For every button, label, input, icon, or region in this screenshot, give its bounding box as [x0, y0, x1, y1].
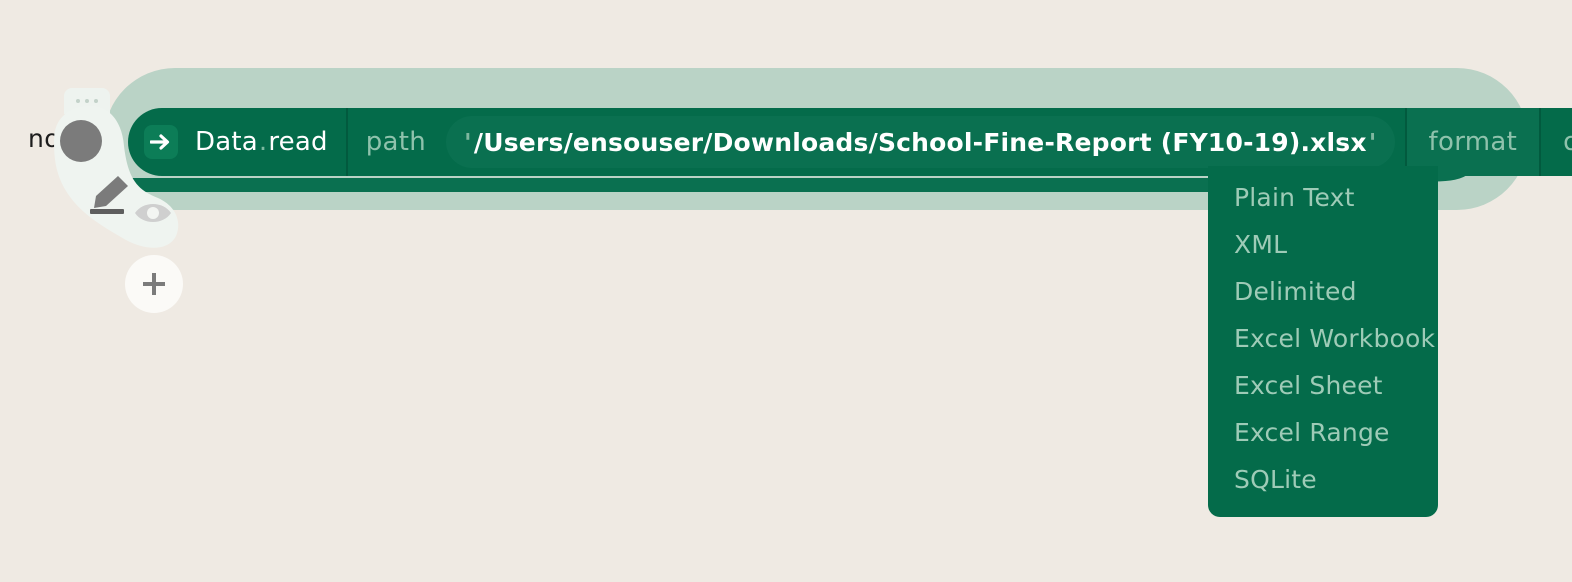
format-dropdown-menu[interactable]: Plain Text XML Delimited Excel Workbook … — [1208, 166, 1438, 517]
dropdown-option[interactable]: Delimited — [1208, 268, 1438, 315]
dropdown-option[interactable]: Excel Sheet — [1208, 362, 1438, 409]
param-label-on-problems: on_problems — [1563, 127, 1572, 157]
param-value-path[interactable]: '/Users/ensouser/Downloads/School-Fine-R… — [446, 116, 1395, 168]
node-namespace: Data — [195, 127, 258, 157]
color-circle-icon[interactable] — [60, 120, 102, 162]
close-quote: ' — [1368, 127, 1377, 157]
param-divider — [345, 108, 348, 176]
node-canvas: no Data.read path '/Users/ensouser/Downl… — [0, 0, 1572, 582]
dropdown-option[interactable]: Excel Range — [1208, 409, 1438, 456]
add-node-button[interactable] — [125, 255, 183, 313]
plus-icon — [143, 273, 165, 295]
dropdown-option[interactable]: XML — [1208, 221, 1438, 268]
param-divider — [1539, 108, 1542, 176]
dropdown-option[interactable]: SQLite — [1208, 456, 1438, 503]
param-slot-on-problems[interactable]: on_problems — [1541, 108, 1572, 176]
dropdown-option[interactable]: Plain Text — [1208, 174, 1438, 221]
dropdown-option[interactable]: Excel Workbook — [1208, 315, 1438, 362]
node-title-separator: . — [258, 127, 268, 157]
node-title: Data.read — [195, 127, 328, 157]
node-tool-widget[interactable] — [46, 88, 196, 248]
node-method: read — [268, 127, 328, 157]
param-label-format: format — [1428, 127, 1518, 157]
open-quote: ' — [464, 127, 472, 157]
path-value-text: /Users/ensouser/Downloads/School-Fine-Re… — [473, 127, 1367, 157]
pencil-icon[interactable] — [88, 174, 134, 214]
param-label-path: path — [365, 127, 427, 157]
eye-icon[interactable] — [132, 198, 174, 228]
